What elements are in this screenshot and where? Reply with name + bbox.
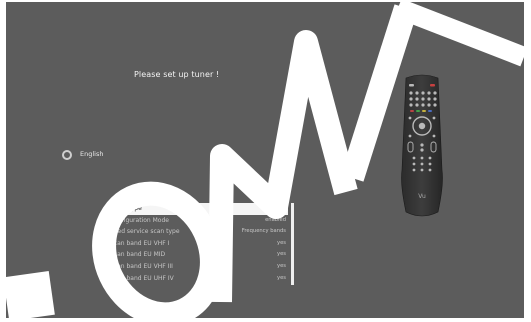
setting-value[interactable]: yes	[277, 261, 286, 273]
settings-row[interactable]: Configuration Mode enabled	[108, 215, 288, 227]
settings-row[interactable]: Scan band EU UHF IV yes	[108, 273, 288, 285]
setting-label: Configuration Mode	[110, 216, 169, 224]
language-label: English	[80, 150, 104, 158]
settings-row[interactable]: Scan band EU VHF I yes	[108, 238, 288, 250]
scrollbar[interactable]	[291, 203, 294, 285]
setting-value[interactable]: yes	[277, 249, 286, 261]
setting-value[interactable]: enabled	[265, 215, 286, 227]
setting-value[interactable]: yes	[277, 273, 286, 285]
setting-label: Scan band EU VHF III	[110, 262, 173, 270]
settings-row[interactable]: Tuner type DVB-C	[108, 203, 288, 215]
setting-label: Tuner type	[110, 205, 142, 212]
setting-label: Scan band EU MID	[110, 251, 166, 259]
radio-button-icon[interactable]	[62, 150, 72, 160]
settings-row[interactable]: Used service scan type Frequency bands	[108, 226, 288, 238]
remote-brand-logo: Vu	[418, 193, 426, 200]
tv-screen: Please set up tuner ! English Vu Tuner t…	[6, 2, 524, 318]
setting-value[interactable]: Frequency bands	[242, 226, 286, 238]
setting-label: Scan band EU UHF IV	[110, 274, 174, 282]
setting-label: Used service scan type	[110, 228, 180, 236]
setting-value[interactable]: DVB-C	[268, 203, 286, 215]
settings-row[interactable]: Scan band EU VHF III yes	[108, 261, 288, 273]
setting-value[interactable]: yes	[277, 238, 286, 250]
setting-label: Scan band EU VHF I	[110, 239, 170, 247]
remote-control-image: Vu	[401, 74, 443, 217]
setup-title: Please set up tuner !	[134, 70, 220, 79]
tuner-settings-list[interactable]: Tuner type DVB-C Configuration Mode enabled…	[108, 203, 294, 285]
settings-row[interactable]: Scan band EU MID yes	[108, 249, 288, 261]
